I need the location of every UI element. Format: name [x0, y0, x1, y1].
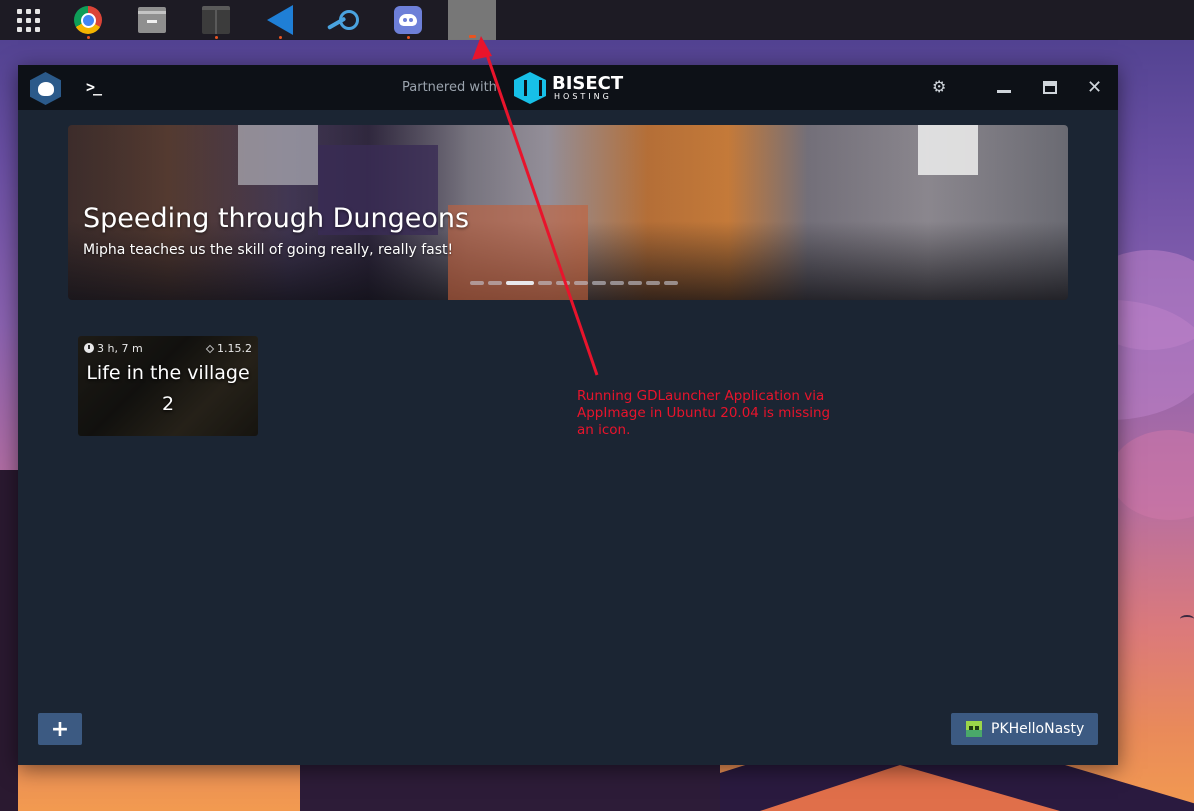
dock-files[interactable]: [134, 4, 170, 36]
wallpaper-treeline: [300, 765, 720, 811]
banner-subtitle: Mipha teaches us the skill of going real…: [83, 242, 454, 258]
instance-card[interactable]: 3 h, 7 m 1.15.2 Life in the village 2: [78, 336, 258, 436]
running-indicator: [87, 36, 90, 39]
instance-name: Life in the village 2: [86, 362, 250, 415]
dock-vscode[interactable]: [262, 4, 298, 39]
avatar: [966, 721, 982, 737]
wallpaper-bird: [1180, 615, 1194, 623]
running-indicator: [215, 36, 218, 39]
console-icon[interactable]: >_: [86, 78, 102, 96]
vscode-icon: [267, 5, 293, 35]
dock-steam[interactable]: [326, 4, 362, 36]
news-banner[interactable]: Speeding through Dungeons Mipha teaches …: [68, 125, 1068, 300]
account-name: PKHelloNasty: [991, 721, 1085, 737]
bisect-brand: BISECT: [552, 73, 624, 94]
dock-gdlauncher-missing-icon[interactable]: [448, 0, 496, 40]
gdlauncher-window: >_ Partnered with BISECT HOSTING ⚙ ✕ Spe…: [18, 65, 1118, 765]
instance-version: 1.15.2: [205, 342, 252, 355]
dock-chrome[interactable]: [70, 4, 106, 39]
wallpaper-cloud: [1110, 430, 1194, 520]
terminal-icon: [202, 6, 230, 34]
discord-icon: [394, 6, 422, 34]
wallpaper-tree: [0, 470, 18, 811]
instance-playtime: 3 h, 7 m: [84, 342, 143, 355]
carousel-dot[interactable]: [506, 281, 534, 285]
chrome-icon: [74, 6, 102, 34]
gear-icon[interactable]: ⚙: [932, 79, 948, 95]
diamond-icon: [205, 344, 215, 354]
carousel-dot[interactable]: [488, 281, 502, 285]
steam-icon: [329, 10, 359, 30]
dock-terminal[interactable]: [198, 4, 234, 39]
carousel-dot[interactable]: [664, 281, 678, 285]
carousel-dot[interactable]: [538, 281, 552, 285]
carousel-dot[interactable]: [610, 281, 624, 285]
annotation-text: Running GDLauncher Application via AppIm…: [577, 388, 831, 438]
account-button[interactable]: PKHelloNasty: [951, 713, 1098, 745]
banner-title: Speeding through Dungeons: [83, 203, 470, 234]
show-apps-button[interactable]: [10, 4, 46, 36]
carousel-dot[interactable]: [628, 281, 642, 285]
maximize-icon[interactable]: [1043, 81, 1057, 94]
bisect-brand-sub: HOSTING: [554, 92, 612, 101]
carousel-dot[interactable]: [470, 281, 484, 285]
wallpaper-mountain-glow: [760, 765, 1060, 811]
files-icon: [138, 7, 166, 33]
dock-discord[interactable]: [390, 4, 426, 39]
partner-label: Partnered with: [402, 80, 497, 95]
clock-icon: [84, 343, 94, 353]
carousel-dot[interactable]: [574, 281, 588, 285]
title-bar: >_ Partnered with BISECT HOSTING ⚙ ✕: [18, 65, 1118, 110]
gdlauncher-logo-icon[interactable]: [30, 72, 61, 105]
carousel-dot[interactable]: [556, 281, 570, 285]
carousel-dots: [470, 281, 678, 285]
running-indicator: [279, 36, 282, 39]
close-icon[interactable]: ✕: [1087, 77, 1102, 98]
running-indicator: [407, 36, 410, 39]
minimize-icon[interactable]: [997, 90, 1011, 93]
bisect-hosting-logo[interactable]: BISECT HOSTING: [514, 72, 636, 104]
carousel-dot[interactable]: [646, 281, 660, 285]
add-instance-button[interactable]: +: [38, 713, 82, 745]
carousel-dot[interactable]: [592, 281, 606, 285]
app-grid-icon: [16, 8, 40, 32]
bisect-badge-icon: [514, 72, 546, 104]
top-dock: [0, 0, 1194, 40]
running-indicator: [469, 35, 476, 38]
